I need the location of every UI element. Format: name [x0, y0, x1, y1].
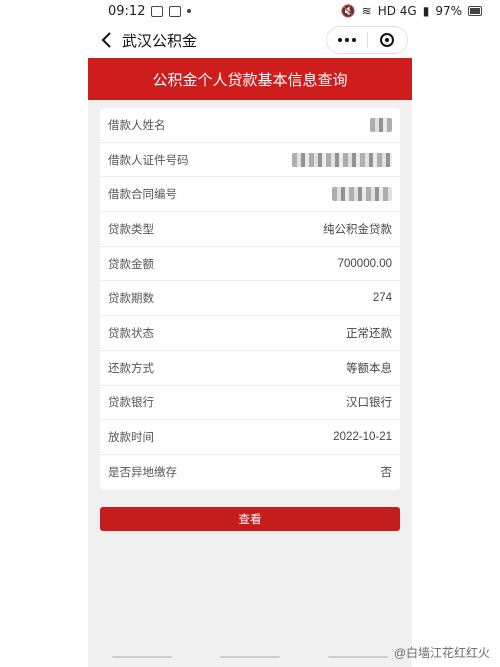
- app-notification-icon: [169, 5, 182, 17]
- status-bar: 09:12 🔇 ≋ HD 4G ▮ 97%: [0, 0, 500, 22]
- row-value: 700000.00: [337, 257, 392, 270]
- banner-title: 公积金个人贷款基本信息查询: [152, 71, 348, 89]
- info-row: 贷款状态 正常还款: [100, 316, 400, 351]
- info-row: 贷款金额 700000.00: [100, 247, 400, 282]
- notification-icon: [151, 5, 164, 17]
- info-row: 借款人证件号码: [100, 143, 400, 178]
- battery-percent: 97%: [435, 4, 462, 18]
- app-header: 武汉公积金: [0, 22, 500, 58]
- info-row: 还款方式 等额本息: [100, 351, 400, 386]
- signal-icon: ▮: [422, 4, 430, 18]
- row-value: 等额本息: [346, 362, 392, 375]
- app-title: 武汉公积金: [122, 32, 198, 50]
- borrower-name-redacted: [370, 117, 392, 132]
- row-label: 贷款类型: [108, 223, 154, 236]
- bottom-nav-indicator: [88, 656, 412, 660]
- row-value: 汉口银行: [346, 397, 392, 410]
- row-value: 否: [380, 467, 393, 480]
- mute-icon: 🔇: [340, 4, 356, 18]
- info-row: 借款人姓名: [100, 108, 400, 143]
- network-label: HD 4G: [377, 4, 417, 18]
- row-value: 正常还款: [346, 327, 392, 340]
- row-value: 纯公积金贷款: [323, 223, 392, 236]
- page-content: 公积金个人贷款基本信息查询 借款人姓名 借款人证件号码 借款合同编号 贷款类型 …: [88, 58, 412, 667]
- row-label: 放款时间: [108, 432, 154, 445]
- info-row: 放款时间 2022-10-21: [100, 420, 400, 455]
- view-button[interactable]: 查看: [100, 507, 400, 531]
- row-label: 贷款银行: [108, 397, 154, 410]
- back-icon[interactable]: [92, 22, 122, 58]
- info-row: 贷款期数 274: [100, 281, 400, 317]
- wifi-icon: ≋: [361, 4, 372, 18]
- view-button-label: 查看: [238, 514, 262, 526]
- status-time: 09:12: [108, 3, 146, 19]
- info-row: 是否异地缴存 否: [100, 455, 400, 490]
- info-row: 借款合同编号: [100, 177, 400, 213]
- row-value: 274: [372, 292, 392, 305]
- page-banner: 公积金个人贷款基本信息查询: [88, 58, 412, 100]
- contract-number-redacted: [332, 187, 392, 202]
- row-label: 贷款状态: [108, 327, 154, 340]
- miniprogram-capsule: [326, 26, 408, 54]
- more-notifications-icon: [187, 9, 192, 13]
- info-row: 贷款银行 汉口银行: [100, 386, 400, 421]
- info-row: 贷款类型 纯公积金贷款: [100, 212, 400, 247]
- row-label: 是否异地缴存: [108, 467, 177, 480]
- row-label: 借款合同编号: [108, 189, 177, 202]
- more-icon[interactable]: [327, 27, 367, 53]
- watermark: @白墙江花红红火: [393, 646, 490, 660]
- close-miniprogram-icon[interactable]: [368, 27, 408, 53]
- row-label: 还款方式: [108, 362, 154, 375]
- battery-icon: [468, 6, 482, 16]
- row-label: 贷款金额: [108, 258, 154, 271]
- id-number-redacted: [292, 152, 392, 167]
- row-label: 借款人证件号码: [108, 154, 189, 167]
- row-label: 贷款期数: [108, 293, 154, 306]
- row-value: 2022-10-21: [333, 431, 392, 444]
- loan-info-card: 借款人姓名 借款人证件号码 借款合同编号 贷款类型 纯公积金贷款 贷款金额 70…: [100, 108, 400, 490]
- row-label: 借款人姓名: [108, 119, 166, 132]
